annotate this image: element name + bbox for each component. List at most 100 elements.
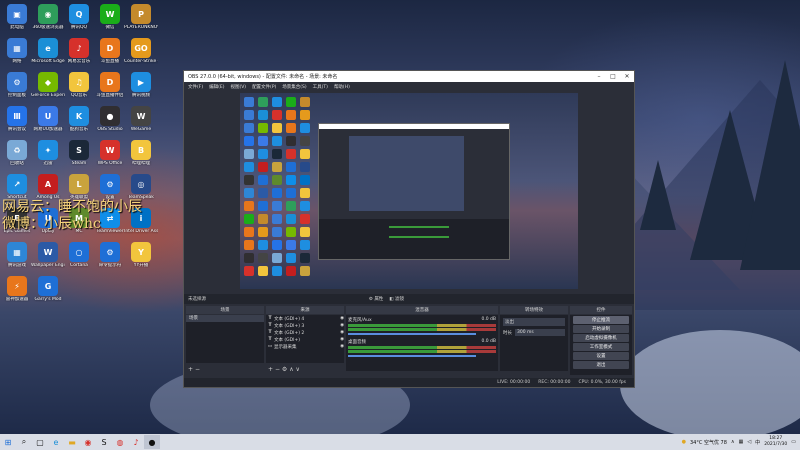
minimize-icon[interactable]: –	[592, 73, 606, 80]
exit-button[interactable]: 退出	[573, 361, 629, 369]
desktop-icon[interactable]: Ⅲ 腾讯会议	[0, 106, 34, 132]
netease-music-icon[interactable]: ♪	[128, 435, 144, 449]
sources-panel[interactable]: T 文本 (GDI+) 4 ◉ T 文本 (GDI+) 3 ◉ T 文本 (GDI+) 2…	[266, 315, 344, 363]
task-view-icon[interactable]: ▢	[32, 435, 48, 449]
eye-icon[interactable]: ◉	[340, 337, 344, 342]
desktop-icon[interactable]: D 斗鱼直播	[93, 38, 127, 64]
eye-icon[interactable]: ◉	[340, 316, 344, 321]
desktop-icon[interactable]: D 斗鱼直播伴侣	[93, 72, 127, 98]
obs-window[interactable]: OBS 27.0.0 (64-bit, windows) - 配置文件: 未命名…	[183, 70, 635, 388]
maximize-icon[interactable]: □	[606, 73, 620, 80]
menu-tools[interactable]: 工具(T)	[313, 84, 328, 90]
volume-slider[interactable]	[348, 333, 476, 335]
filters-button[interactable]: ◧ 滤镜	[389, 296, 404, 302]
menu-scene-collection[interactable]: 场景集合(S)	[282, 84, 306, 90]
desktop-icon[interactable]: K 酷狗音乐	[62, 106, 96, 132]
steam-icon[interactable]: S	[96, 435, 112, 449]
desktop-icon[interactable]: ▣ 此电脑	[0, 4, 34, 30]
obs-preview[interactable]	[240, 93, 578, 289]
pine-tree	[740, 60, 800, 270]
settings-button[interactable]: 设置	[573, 352, 629, 360]
volume-icon[interactable]: ◁	[747, 439, 751, 445]
desktop-icon[interactable]: ▦ 腾讯游戏	[0, 242, 34, 268]
desktop-icon[interactable]: U 网易UU加速器	[31, 106, 65, 132]
desktop-icon[interactable]: ♻ 回收站	[0, 140, 34, 166]
desktop-icon[interactable]: PPLAYERUNKNOWN'S BATTLEGROUNDS	[124, 4, 158, 30]
desktop-icon[interactable]: W 微信	[93, 4, 127, 30]
desktop-icon[interactable]: G Garry's Mod	[31, 276, 65, 302]
file-explorer-icon[interactable]: ▬	[64, 435, 80, 449]
desktop-icon[interactable]: ◉ 360极速浏览器	[31, 4, 65, 30]
close-icon[interactable]: ✕	[620, 73, 634, 80]
desktop-icon[interactable]: Y YY开播	[124, 242, 158, 268]
source-item[interactable]: ▭ 显示器采集 ◉	[266, 343, 344, 350]
source-item[interactable]: T 文本 (GDI+) 2 ◉	[266, 329, 344, 336]
notification-icon[interactable]: ▭	[791, 439, 796, 445]
remove-scene-icon[interactable]: −	[195, 366, 200, 373]
desktop-icon[interactable]: ✦ 迅雷	[31, 140, 65, 166]
menu-edit[interactable]: 编辑(E)	[209, 84, 224, 90]
properties-button[interactable]: ⚙ 属性	[369, 296, 383, 302]
menu-profile[interactable]: 配置文件(P)	[252, 84, 276, 90]
desktop-icon-label: 此电脑	[10, 25, 24, 30]
studio-mode-button[interactable]: 工作室模式	[573, 343, 629, 351]
volume-slider[interactable]	[348, 355, 476, 357]
desktop-icon[interactable]: ⚡ 雷神加速器	[0, 276, 34, 302]
desktop-icon[interactable]: ● OBS Studio	[93, 106, 127, 132]
app-icon: ▶	[131, 72, 151, 92]
desktop-icon[interactable]: GOCounter-Strike Global Offensive	[124, 38, 158, 64]
add-source-icon[interactable]: +	[268, 366, 273, 373]
eye-icon[interactable]: ◉	[340, 344, 344, 349]
menu-view[interactable]: 视图(V)	[230, 84, 246, 90]
desktop-icon[interactable]: ▦ 网络	[0, 38, 34, 64]
desktop-icon[interactable]: B 哔哩哔哩	[124, 140, 158, 166]
start-icon[interactable]: ⊞	[0, 435, 16, 449]
transitions-panel[interactable]: 淡出 时长 300 ms	[500, 315, 568, 371]
desktop-icon[interactable]: Q 腾讯QQ	[62, 4, 96, 30]
edge-icon[interactable]: e	[48, 435, 64, 449]
obs-taskbar-icon[interactable]: ●	[144, 435, 160, 449]
desktop-icon[interactable]: W WPS Office	[93, 140, 127, 166]
desktop-icon[interactable]: W WeGame	[124, 106, 158, 132]
chrome-icon[interactable]: ◉	[80, 435, 96, 449]
virtual-camera-button[interactable]: 启动虚拟摄像机	[573, 334, 629, 342]
weather-text[interactable]: 34°C 空气优 78	[690, 439, 727, 446]
move-down-icon[interactable]: ∨	[296, 366, 300, 373]
source-settings-icon[interactable]: ⚙	[282, 366, 287, 373]
source-item[interactable]: T 文本 (GDI+) ◉	[266, 336, 344, 343]
desktop-icon[interactable]: S Steam	[62, 140, 96, 166]
remove-source-icon[interactable]: −	[275, 366, 280, 373]
clock[interactable]: 18:27 2021/7/30	[764, 436, 787, 448]
desktop-icon[interactable]: WWallpaper Engine	[31, 242, 65, 268]
mixer-panel[interactable]: 麦克风/Aux 0.0 dB 桌面音频 0.0 dB	[346, 315, 498, 371]
desktop-icon[interactable]: ⚙ 命令提示符	[93, 242, 127, 268]
source-item[interactable]: T 文本 (GDI+) 3 ◉	[266, 322, 344, 329]
move-up-icon[interactable]: ∧	[289, 366, 293, 373]
desktop-icon[interactable]: ◆GeForce Experience	[31, 72, 65, 98]
desktop-icon[interactable]: ♫ QQ音乐	[62, 72, 96, 98]
desktop-icon[interactable]: e Microsoft Edge	[31, 38, 65, 64]
eye-icon[interactable]: ◉	[340, 330, 344, 335]
tray-expand-icon[interactable]: ∧	[731, 439, 735, 445]
desktop-icon[interactable]: ▶ 腾讯视频	[124, 72, 158, 98]
obs-titlebar[interactable]: OBS 27.0.0 (64-bit, windows) - 配置文件: 未命名…	[184, 71, 634, 82]
ime-indicator[interactable]: 中	[755, 439, 760, 446]
menu-file[interactable]: 文件(F)	[188, 84, 203, 90]
desktop-icon[interactable]: ⚙ 控制面板	[0, 72, 34, 98]
desktop-icon[interactable]: ○ Cortana	[62, 242, 96, 268]
eye-icon[interactable]: ◉	[340, 323, 344, 328]
search-icon[interactable]: ⌕	[16, 435, 32, 449]
transition-select[interactable]: 淡出	[503, 318, 565, 326]
stop-streaming-button[interactable]: 停止推流	[573, 316, 629, 324]
scene-item[interactable]: 场景	[186, 315, 264, 322]
preview-mini-icon	[300, 110, 310, 120]
duration-input[interactable]: 300 ms	[515, 329, 565, 336]
scenes-panel[interactable]: 场景	[186, 315, 264, 363]
start-recording-button[interactable]: 开始录制	[573, 325, 629, 333]
menu-help[interactable]: 帮助(H)	[334, 84, 350, 90]
network-icon[interactable]: ▦	[739, 439, 744, 445]
app-icon[interactable]: ◍	[112, 435, 128, 449]
add-scene-icon[interactable]: +	[188, 366, 193, 373]
source-item[interactable]: T 文本 (GDI+) 4 ◉	[266, 315, 344, 322]
desktop-icon[interactable]: ♪ 网易云音乐	[62, 38, 96, 64]
